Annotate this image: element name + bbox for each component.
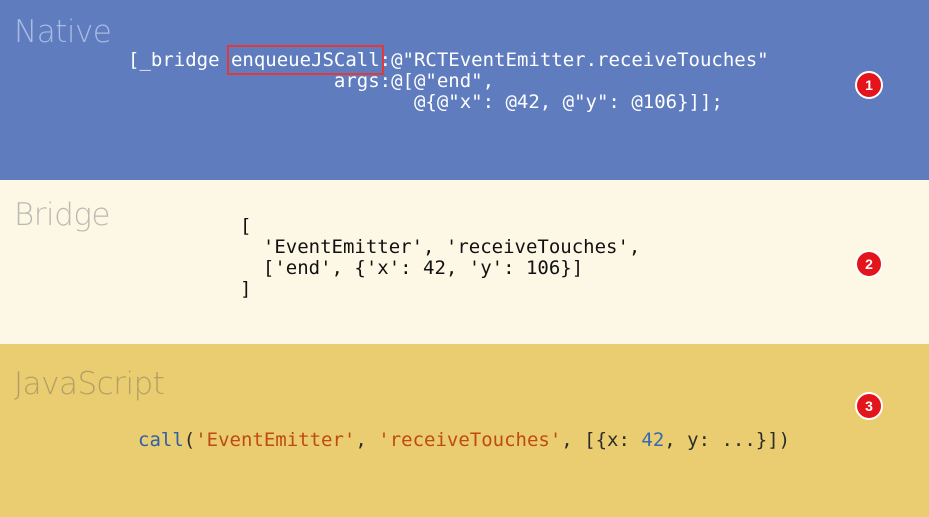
bridge-code-line-3: ['end', {'x': 42, 'y': 106}] (240, 257, 584, 279)
step-2-badge: 2 (855, 250, 883, 278)
native-code-prefix: [_bridge (128, 49, 231, 71)
js-arg-event-emitter: 'EventEmitter' (195, 429, 356, 451)
native-code-line-3: @{@"x": @42, @"y": @106}]]; (128, 91, 723, 113)
js-x-value: 42 (641, 429, 665, 451)
js-separator-3: , y: ...}]) (664, 429, 791, 451)
enqueue-js-call-highlight: enqueueJSCall (226, 45, 384, 75)
javascript-section-title: JavaScript (14, 366, 165, 402)
javascript-code-block: call('EventEmitter', 'receiveTouches', [… (138, 430, 790, 451)
js-separator-2: , [{x: (561, 429, 642, 451)
js-function-name: call (138, 429, 184, 451)
bridge-code-line-1: [ (240, 215, 252, 237)
bridge-code-line-4: ] (240, 278, 252, 300)
native-code-line-1: [_bridge enqueueJSCall:@"RCTEventEmitter… (128, 45, 769, 75)
native-code-suffix: :@"RCTEventEmitter.receiveTouches" (379, 49, 769, 71)
step-3-badge: 3 (855, 392, 883, 420)
js-open-paren: ( (183, 429, 196, 451)
bridge-section-title: Bridge (14, 197, 111, 233)
js-arg-receive-touches: 'receiveTouches' (378, 429, 562, 451)
native-section-title: Native (14, 14, 112, 50)
step-1-badge: 1 (855, 71, 883, 99)
bridge-code-line-2: 'EventEmitter', 'receiveTouches', (240, 236, 641, 258)
js-separator-1: , (355, 429, 379, 451)
native-code-line-2: args:@[@"end", (128, 70, 495, 92)
bridge-code-block: [ 'EventEmitter', 'receiveTouches', ['en… (240, 216, 640, 300)
native-code-block: [_bridge enqueueJSCall:@"RCTEventEmitter… (128, 45, 769, 113)
